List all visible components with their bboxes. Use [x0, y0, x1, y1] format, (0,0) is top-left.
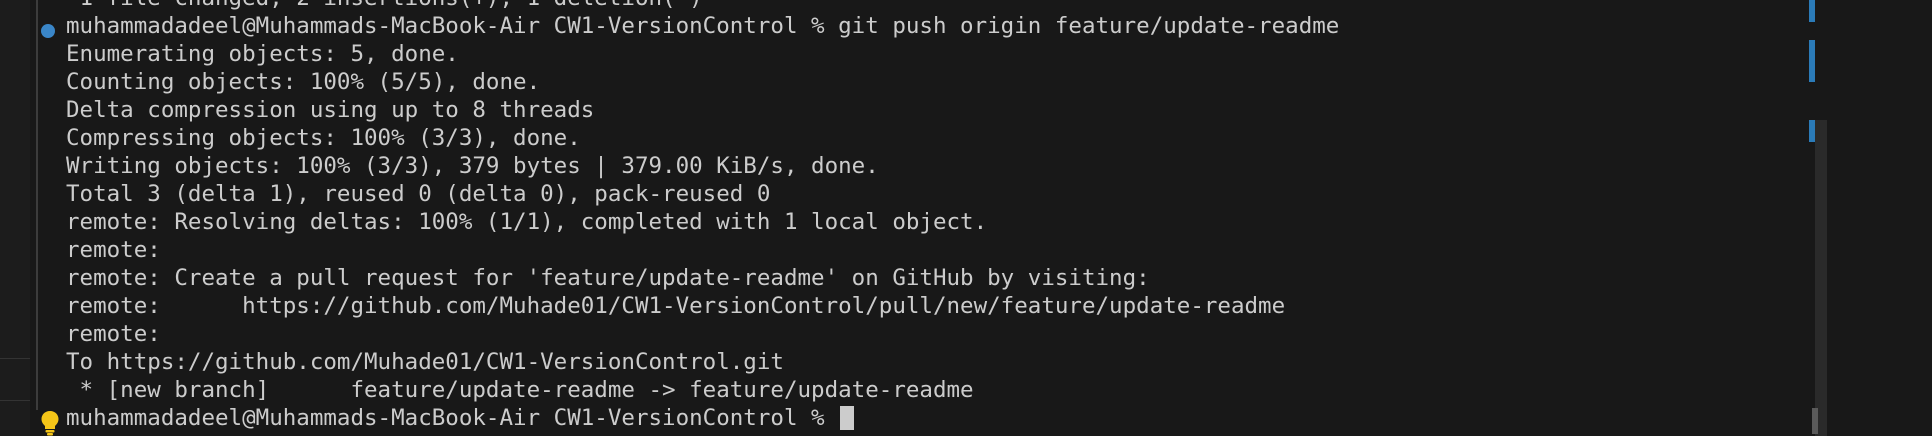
terminal-link-line[interactable]: remote: https://github.com/Muhade01/CW1-…: [66, 292, 1932, 320]
terminal-line: Compressing objects: 100% (3/3), done.: [66, 125, 581, 151]
terminal-line: Enumerating objects: 5, done.: [66, 41, 459, 67]
side-panel-divider: [0, 400, 30, 401]
command-status-dot-icon[interactable]: [41, 24, 55, 38]
terminal-line: Total 3 (delta 1), reused 0 (delta 0), p…: [66, 181, 771, 207]
side-panel-divider: [0, 358, 30, 359]
terminal-line: * [new branch] feature/update-readme -> …: [66, 377, 974, 403]
side-panel-strip: [0, 0, 30, 436]
terminal-line: Delta compression using up to 8 threads: [66, 97, 595, 123]
terminal-line: Counting objects: 100% (5/5), done.: [66, 69, 541, 95]
terminal-line: remote: Create a pull request for 'featu…: [66, 265, 1150, 291]
terminal-output[interactable]: 1 file changed, 2 insertions(+), 1 delet…: [66, 0, 1932, 432]
lightbulb-icon[interactable]: [40, 410, 60, 436]
terminal-panel[interactable]: 1 file changed, 2 insertions(+), 1 delet…: [0, 0, 1932, 436]
overview-ruler-mark: [1809, 40, 1815, 82]
terminal-line: remote:: [66, 321, 161, 347]
terminal-line: remote:: [66, 237, 161, 263]
terminal-command-line: muhammadadeel@Muhammads-MacBook-Air CW1-…: [66, 13, 1340, 39]
terminal-prompt-line[interactable]: muhammadadeel@Muhammads-MacBook-Air CW1-…: [66, 404, 1932, 432]
terminal-scrollbar[interactable]: [1815, 120, 1827, 436]
terminal-gutter-divider: [36, 0, 38, 410]
terminal-link-line[interactable]: To https://github.com/Muhade01/CW1-Versi…: [66, 348, 1932, 376]
terminal-cursor: [840, 406, 855, 430]
terminal-line: remote: Resolving deltas: 100% (1/1), co…: [66, 209, 988, 235]
overview-ruler-mark: [1809, 0, 1815, 22]
terminal-prompt: muhammadadeel@Muhammads-MacBook-Air CW1-…: [66, 405, 839, 431]
terminal-line: 1 file changed, 2 insertions(+), 1 delet…: [66, 0, 1932, 12]
terminal-line: Writing objects: 100% (3/3), 379 bytes |…: [66, 153, 879, 179]
terminal-scrollbar-thumb[interactable]: [1812, 408, 1818, 434]
